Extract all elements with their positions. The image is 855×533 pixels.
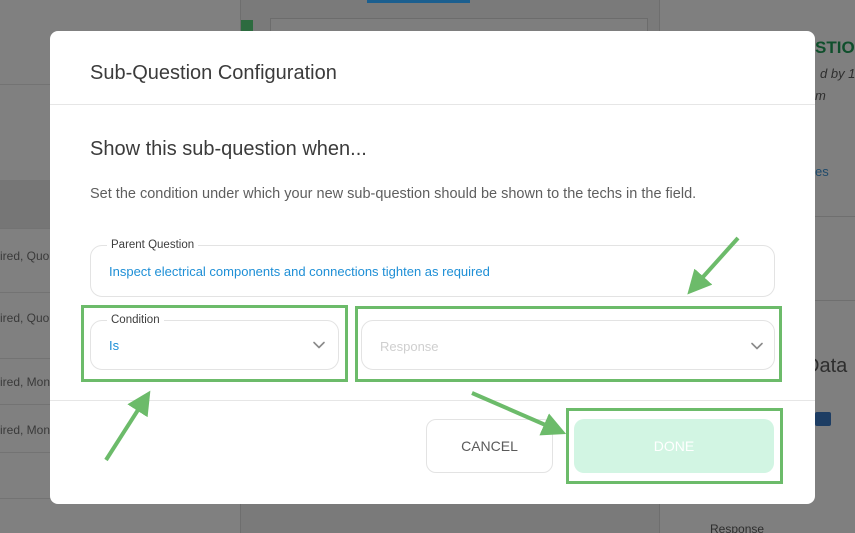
background-row-text: ired, Mon — [0, 375, 51, 389]
condition-select[interactable]: Condition Is — [90, 314, 339, 370]
chevron-down-icon — [751, 342, 763, 350]
done-button[interactable]: DONE — [574, 419, 774, 473]
condition-value: Is — [109, 338, 120, 353]
background-link: es — [815, 164, 829, 179]
background-response-label: Response — [710, 522, 765, 533]
section-description: Set the condition under which your new s… — [90, 186, 697, 202]
condition-label: Condition — [107, 314, 164, 326]
modal-title: Sub-Question Configuration — [90, 62, 337, 84]
background-heading: STIO — [815, 38, 855, 57]
section-title: Show this sub-question when... — [90, 138, 367, 160]
modal-header: Sub-Question Configuration — [50, 31, 815, 105]
parent-question-label: Parent Question — [107, 239, 199, 251]
response-placeholder: Response — [380, 339, 439, 354]
background-subtitle: d by 1: — [820, 66, 855, 81]
background-row-text: ired, Mon — [0, 423, 51, 437]
modal-footer-divider — [50, 400, 815, 401]
parent-question-field[interactable]: Parent Question Inspect electrical compo… — [90, 239, 775, 297]
background-active-tab-indicator — [367, 0, 470, 3]
cancel-button[interactable]: CANCEL — [426, 419, 553, 473]
response-select[interactable]: Response — [361, 320, 775, 370]
parent-question-value: Inspect electrical components and connec… — [109, 264, 490, 279]
sub-question-config-modal: Sub-Question Configuration Show this sub… — [50, 31, 815, 504]
background-subtitle-2: m — [815, 88, 826, 103]
background-row-text: ired, Quo — [0, 311, 50, 325]
background-row-text: ired, Quo — [0, 249, 50, 263]
briefcase-icon — [815, 412, 831, 426]
chevron-down-icon — [313, 341, 325, 349]
